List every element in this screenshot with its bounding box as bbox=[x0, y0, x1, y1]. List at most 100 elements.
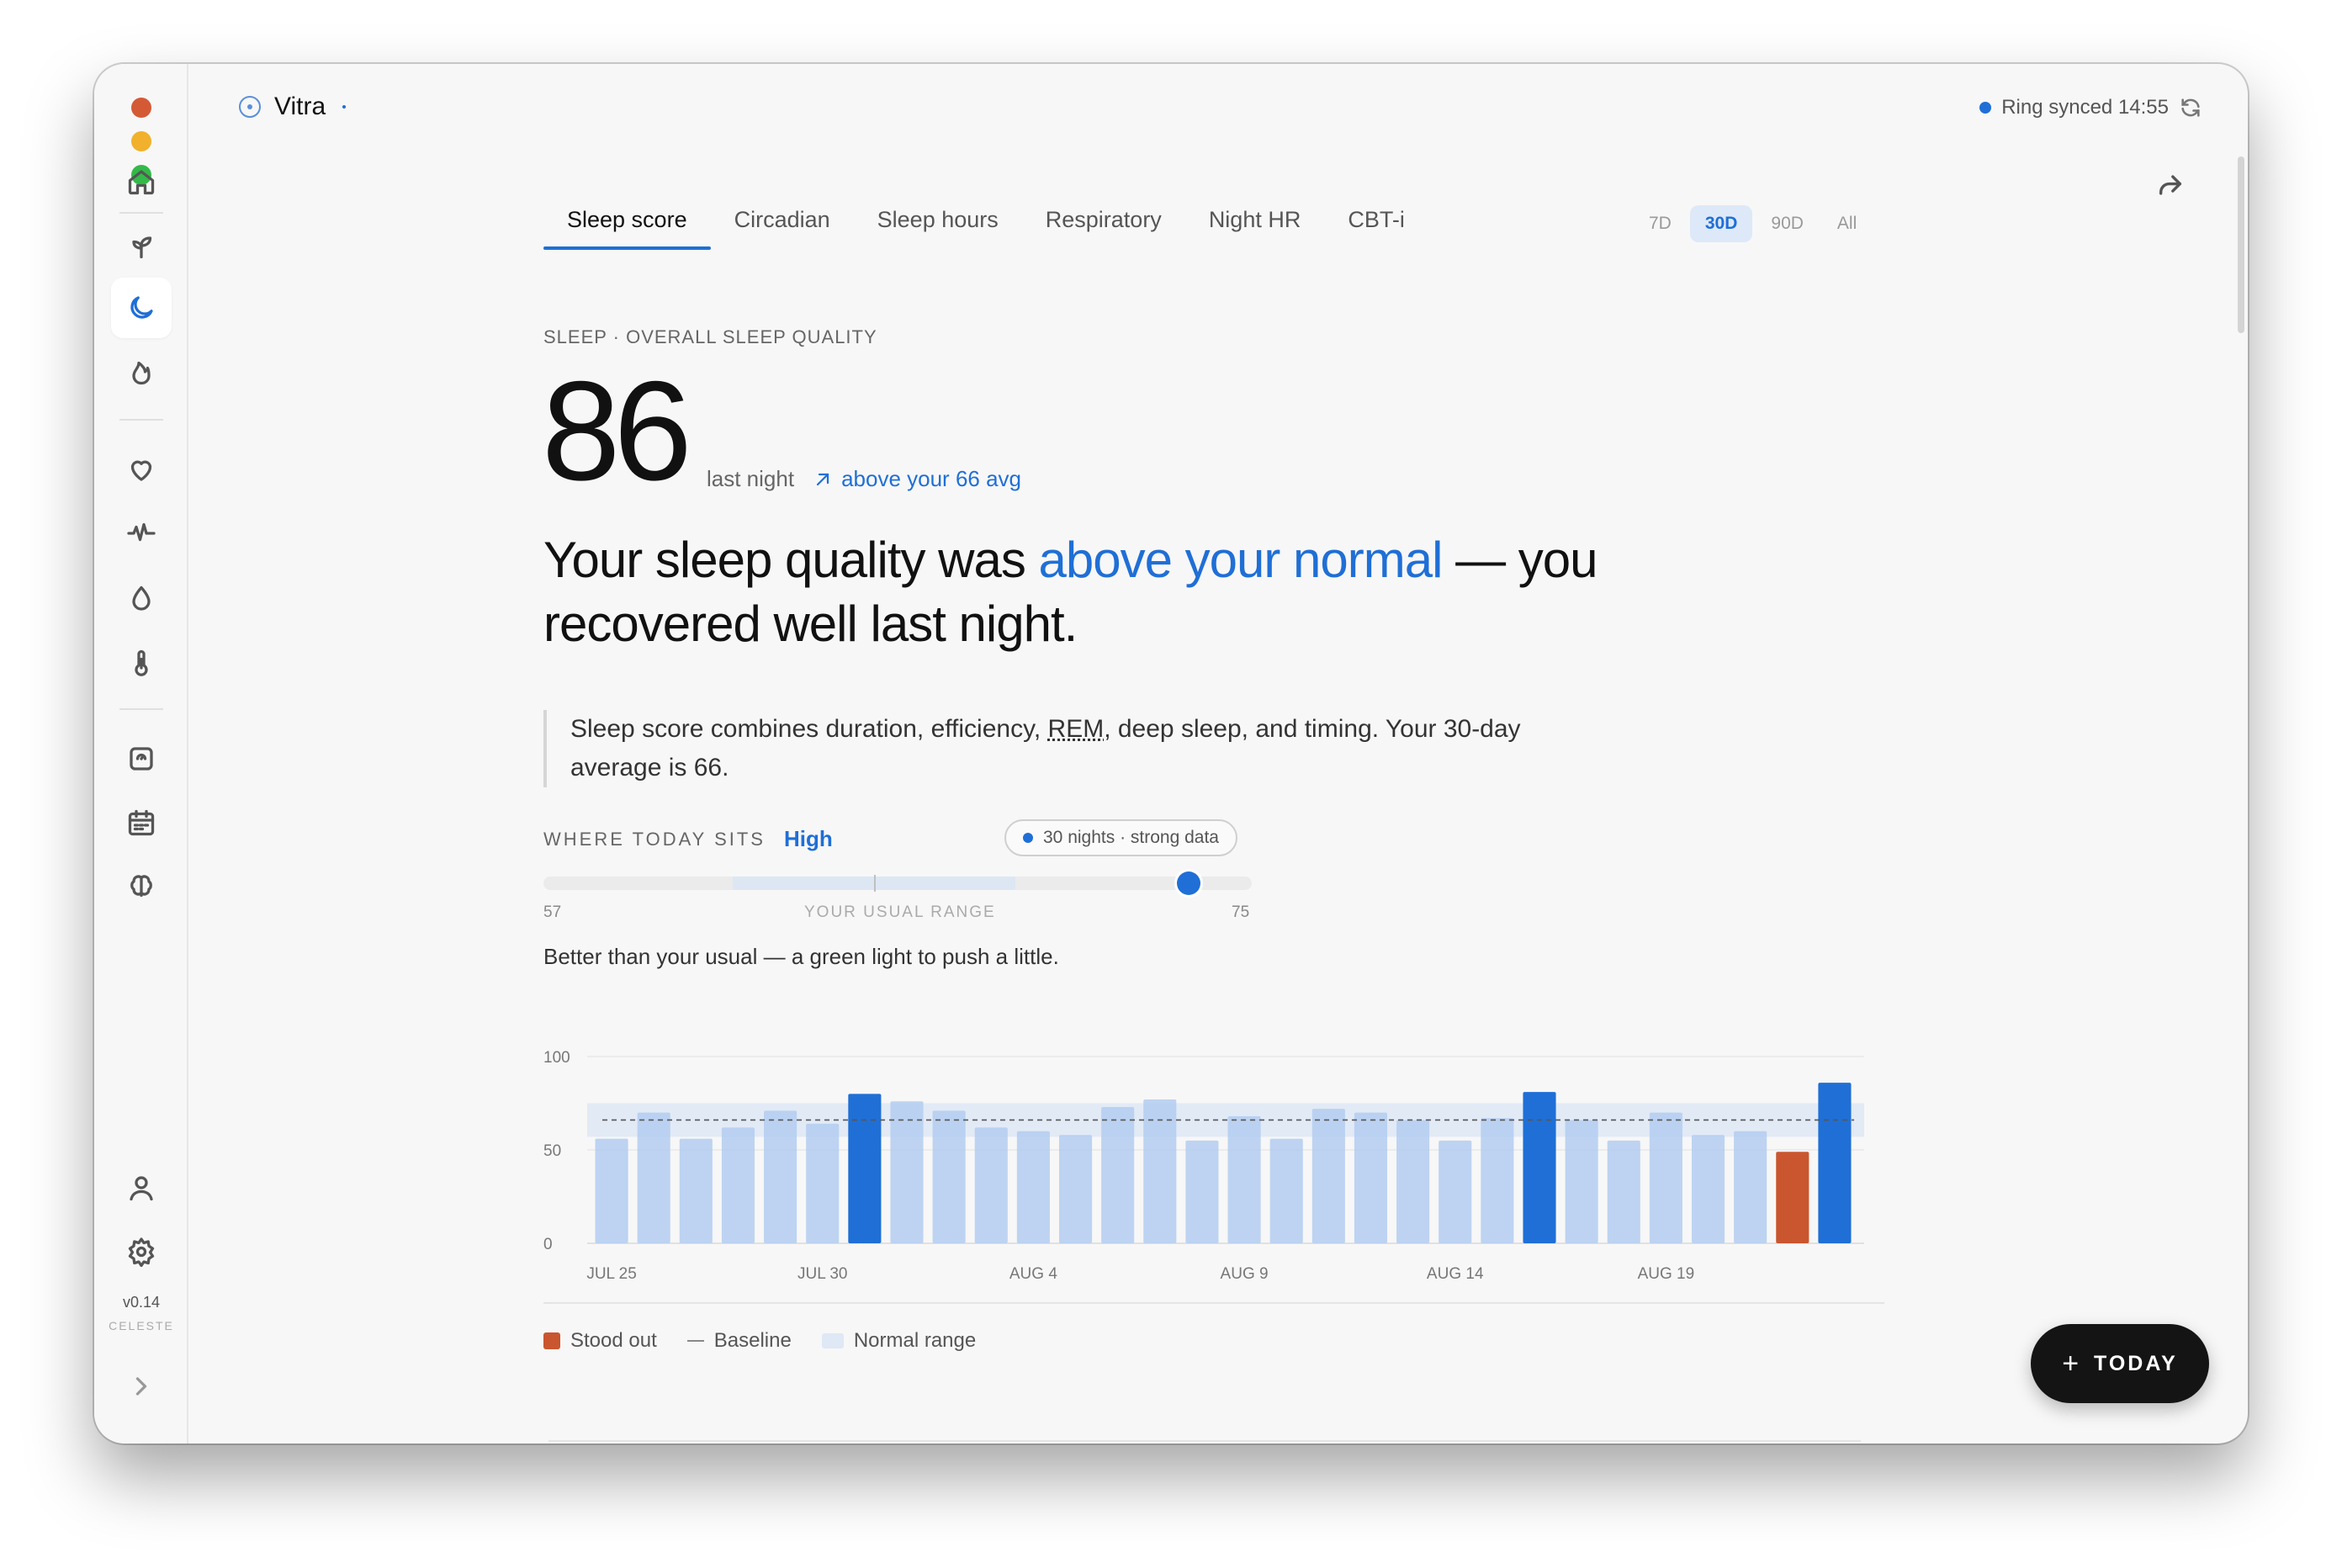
sidebar-item-weight[interactable] bbox=[111, 728, 172, 789]
chart-bar bbox=[1396, 1120, 1430, 1243]
chart-bar bbox=[595, 1138, 628, 1243]
sidebar-item-calendar[interactable] bbox=[111, 792, 172, 853]
x-tick-label: AUG 9 bbox=[1221, 1265, 1269, 1283]
drop-icon bbox=[132, 585, 151, 611]
sidebar-item-temperature[interactable] bbox=[111, 633, 172, 693]
score-delta-text: above your 66 avg bbox=[841, 466, 1022, 491]
sidebar-item-profile[interactable] bbox=[111, 1157, 172, 1218]
today-button-label: TODAY bbox=[2094, 1351, 2178, 1375]
app-version: v0.14 bbox=[122, 1294, 161, 1311]
y-tick-label: 100 bbox=[543, 1049, 570, 1067]
score-delta: above your 66 avg bbox=[813, 466, 1021, 492]
range-30d[interactable]: 30D bbox=[1689, 205, 1753, 242]
chart-bar bbox=[848, 1094, 882, 1243]
legend-normal-range-label: Normal range bbox=[853, 1329, 977, 1352]
y-tick-label: 0 bbox=[543, 1236, 553, 1253]
data-quality-text: 30 nights · strong data bbox=[1043, 828, 1219, 847]
chart-bar bbox=[764, 1110, 797, 1243]
user-icon bbox=[130, 1176, 153, 1201]
chart-bar bbox=[890, 1101, 924, 1243]
add-today-button[interactable]: + TODAY bbox=[2031, 1324, 2209, 1403]
sidebar-item-hydration[interactable] bbox=[111, 569, 172, 629]
section-eyebrow: SLEEP · OVERALL SLEEP QUALITY bbox=[543, 326, 877, 347]
heart-icon bbox=[130, 460, 152, 481]
home-icon bbox=[128, 170, 155, 195]
sidebar-item-hrv[interactable] bbox=[111, 503, 172, 564]
description-before: Sleep score combines duration, efficienc… bbox=[570, 715, 1048, 743]
tab-circadian[interactable]: Circadian bbox=[711, 199, 854, 250]
verdict-text: Better than your usual — a green light t… bbox=[543, 944, 1059, 969]
tab-respiratory[interactable]: Respiratory bbox=[1022, 199, 1185, 250]
legend-stood-out: Stood out bbox=[543, 1329, 657, 1353]
range-track bbox=[543, 871, 1252, 895]
chart-bar bbox=[1818, 1083, 1852, 1243]
minimize-window-button[interactable] bbox=[131, 131, 151, 151]
chart-bar bbox=[1311, 1109, 1345, 1243]
chart-legend: Stood out Baseline Normal range bbox=[543, 1329, 976, 1353]
pulse-icon bbox=[127, 522, 156, 542]
status-dot bbox=[342, 105, 347, 109]
sidebar-item-home[interactable] bbox=[111, 151, 172, 212]
metric-tabs: Sleep score Circadian Sleep hours Respir… bbox=[543, 199, 1428, 250]
range-7d[interactable]: 7D bbox=[1634, 205, 1687, 242]
x-tick-label: JUL 30 bbox=[797, 1265, 848, 1283]
moon-icon bbox=[130, 296, 153, 319]
brain-icon bbox=[130, 875, 152, 898]
sync-text: Ring synced 14:55 bbox=[2001, 96, 2169, 119]
chart-bar bbox=[1565, 1120, 1598, 1243]
user-name: CELESTE bbox=[109, 1319, 174, 1332]
chart-bar bbox=[1649, 1112, 1682, 1243]
range-low-label: 57 bbox=[543, 903, 562, 921]
sidebar-divider bbox=[119, 708, 163, 710]
chart-bar bbox=[721, 1127, 755, 1243]
chart-divider bbox=[543, 1302, 1884, 1304]
chart-bar bbox=[637, 1112, 670, 1243]
share-icon bbox=[2159, 175, 2182, 195]
position-header: WHERE TODAY SITS High bbox=[543, 826, 833, 852]
range-all[interactable]: All bbox=[1822, 205, 1872, 242]
section-divider bbox=[548, 1440, 1861, 1442]
tab-night-hr[interactable]: Night HR bbox=[1185, 199, 1325, 250]
legend-baseline-swatch bbox=[686, 1340, 704, 1342]
sidebar-item-heart[interactable] bbox=[111, 439, 172, 500]
sidebar: v0.14 CELESTE bbox=[94, 64, 188, 1444]
x-tick-label: AUG 4 bbox=[1009, 1265, 1057, 1283]
sync-indicator-dot bbox=[1979, 102, 1992, 114]
legend-normal-range-swatch bbox=[821, 1333, 844, 1348]
legend-baseline: Baseline bbox=[686, 1329, 792, 1353]
sidebar-item-growth[interactable] bbox=[111, 215, 172, 276]
refresh-icon[interactable] bbox=[2179, 96, 2202, 119]
chart-bar bbox=[1016, 1131, 1050, 1243]
sidebar-item-sleep[interactable] bbox=[111, 278, 172, 338]
sidebar-item-settings[interactable] bbox=[111, 1221, 172, 1282]
expand-sidebar-button[interactable] bbox=[111, 1356, 172, 1417]
share-button[interactable] bbox=[2152, 167, 2189, 204]
x-tick-label: AUG 14 bbox=[1427, 1265, 1484, 1283]
position-label: WHERE TODAY SITS bbox=[543, 828, 766, 850]
score-meta: last night above your 66 avg bbox=[707, 466, 1021, 492]
headline-before: Your sleep quality was bbox=[543, 532, 1039, 588]
chart-bar bbox=[1058, 1135, 1093, 1243]
scale-icon bbox=[130, 747, 153, 771]
tab-cbt-i[interactable]: CBT-i bbox=[1324, 199, 1428, 250]
range-90d[interactable]: 90D bbox=[1756, 205, 1819, 242]
scrollbar-thumb[interactable] bbox=[2238, 156, 2244, 333]
calendar-icon bbox=[128, 809, 155, 836]
rem-abbreviation[interactable]: REM bbox=[1048, 715, 1105, 743]
close-window-button[interactable] bbox=[131, 98, 151, 118]
sidebar-item-activity[interactable] bbox=[111, 342, 172, 402]
tab-sleep-hours[interactable]: Sleep hours bbox=[854, 199, 1022, 250]
gear-icon bbox=[128, 1237, 155, 1267]
chart-bar bbox=[806, 1123, 840, 1243]
legend-normal-range: Normal range bbox=[821, 1329, 977, 1353]
time-range-selector: 7D 30D 90D All bbox=[1634, 205, 1872, 242]
sidebar-item-mind[interactable] bbox=[111, 856, 172, 917]
tab-sleep-score[interactable]: Sleep score bbox=[543, 199, 711, 250]
chart-bar bbox=[1439, 1140, 1472, 1243]
flame-icon bbox=[132, 361, 151, 385]
score-description: Sleep score combines duration, efficienc… bbox=[543, 710, 1553, 787]
app-brand: Vitra bbox=[239, 93, 347, 121]
chart-bar bbox=[974, 1127, 1008, 1243]
app-window: v0.14 CELESTE Vitra Ring synced 14:55 Sl… bbox=[94, 64, 2248, 1444]
today-marker bbox=[1177, 871, 1201, 895]
